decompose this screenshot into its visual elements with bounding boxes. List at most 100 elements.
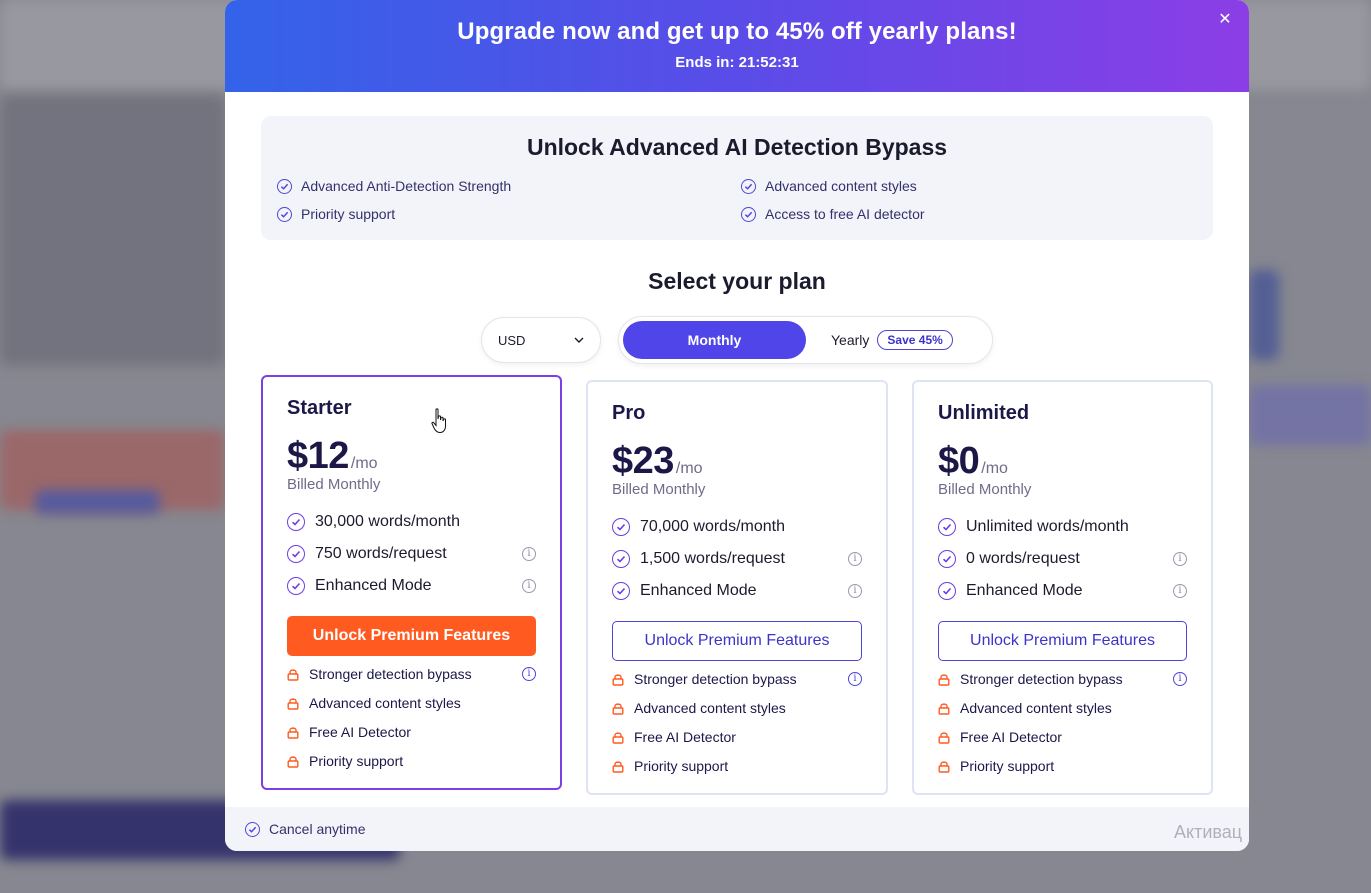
perk-item: Free AI Detector <box>287 724 536 740</box>
check-circle-icon <box>938 582 956 600</box>
billing-note: Billed Monthly <box>287 476 381 493</box>
perk-label: Stronger detection bypass <box>960 671 1123 687</box>
perk-label: Priority support <box>960 758 1055 774</box>
perk-item: Advanced content styles <box>287 695 536 711</box>
os-activation-watermark: Активац <box>1174 822 1243 842</box>
check-circle-icon <box>287 577 305 595</box>
perk-item: Stronger detection bypass i <box>938 671 1187 687</box>
save-badge: Save 45% <box>877 330 953 350</box>
perk-item: Advanced content styles <box>612 700 862 716</box>
unlock-premium-button[interactable]: Unlock Premium Features <box>938 621 1187 661</box>
feature-item: Advanced content styles <box>741 178 917 194</box>
perk-item: Priority support <box>938 758 1187 774</box>
quota-label: 70,000 words/month <box>640 518 785 535</box>
feature-label: Advanced Anti-Detection Strength <box>301 178 512 194</box>
quota-item: 30,000 words/month <box>287 513 536 531</box>
quota-label: Unlimited words/month <box>966 518 1129 535</box>
check-circle-icon <box>938 550 956 568</box>
plan-name: Unlimited <box>938 402 1030 424</box>
quota-label: 30,000 words/month <box>315 513 460 530</box>
modal-footer: Cancel anytime <box>225 807 1249 851</box>
price-amount: $23 <box>612 440 674 482</box>
lock-icon <box>612 673 624 686</box>
perk-label: Advanced content styles <box>634 700 786 716</box>
lock-icon <box>612 702 624 715</box>
quota-label: 1,500 words/request <box>640 550 785 567</box>
quota-label: 750 words/request <box>315 545 447 562</box>
check-circle-icon <box>612 582 630 600</box>
plan-card-unlimited[interactable]: Unlimited $0/mo Billed Monthly Unlimited wo… <box>912 380 1213 795</box>
lock-icon <box>938 731 950 744</box>
check-circle-icon <box>287 513 305 531</box>
cancel-anytime-text: Cancel anytime <box>269 821 366 837</box>
quota-label: Enhanced Mode <box>966 582 1083 599</box>
plan-price: $23/mo <box>612 440 703 483</box>
perk-item: Priority support <box>287 753 536 769</box>
perk-label: Free AI Detector <box>309 724 411 740</box>
select-plan-title: Select your plan <box>648 268 826 294</box>
unlock-premium-button[interactable]: Unlock Premium Features <box>612 621 862 661</box>
check-circle-icon <box>612 518 630 536</box>
perk-item: Free AI Detector <box>938 729 1187 745</box>
feature-label: Advanced content styles <box>765 178 917 194</box>
plan-card-pro[interactable]: Pro $23/mo Billed Monthly 70,000 words/mont… <box>586 380 888 795</box>
perk-item: Advanced content styles <box>938 700 1187 716</box>
info-icon[interactable]: i <box>848 584 862 598</box>
check-circle-icon <box>277 178 292 194</box>
info-icon[interactable]: i <box>522 579 536 593</box>
perk-item: Free AI Detector <box>612 729 862 745</box>
quota-item: Unlimited words/month <box>938 518 1187 536</box>
unlock-premium-button[interactable]: Unlock Premium Features <box>287 616 536 656</box>
features-summary: Unlock Advanced AI Detection Bypass Adva… <box>261 116 1213 240</box>
currency-value: USD <box>498 332 526 348</box>
quota-label: Enhanced Mode <box>315 577 432 594</box>
monthly-option[interactable]: Monthly <box>623 321 806 359</box>
perk-label: Free AI Detector <box>634 729 736 745</box>
upgrade-modal: Upgrade now and get up to 45% off yearly… <box>225 0 1249 851</box>
plan-name: Starter <box>287 397 352 419</box>
info-icon[interactable]: i <box>1173 552 1187 566</box>
info-icon[interactable]: i <box>1173 584 1187 598</box>
quota-item: 750 words/request i <box>287 545 536 563</box>
features-title: Unlock Advanced AI Detection Bypass <box>526 134 948 160</box>
plan-card-starter[interactable]: Starter $12/mo Billed Monthly 30,000 words/… <box>261 375 562 790</box>
perk-item: Priority support <box>612 758 862 774</box>
quota-item: 1,500 words/request i <box>612 550 862 568</box>
close-icon[interactable]: ✕ <box>1215 10 1235 30</box>
info-icon[interactable]: i <box>848 672 862 686</box>
perk-item: Stronger detection bypass i <box>612 671 862 687</box>
perk-label: Stronger detection bypass <box>634 671 797 687</box>
check-circle-icon <box>741 178 756 194</box>
perk-label: Priority support <box>309 753 404 769</box>
perk-label: Stronger detection bypass <box>309 666 472 682</box>
billing-period-toggle: Monthly Yearly Save 45% <box>618 316 993 364</box>
lock-icon <box>287 697 299 710</box>
perk-label: Advanced content styles <box>309 695 461 711</box>
hand-cursor-icon <box>431 408 446 434</box>
info-icon[interactable]: i <box>1173 672 1187 686</box>
yearly-label: Yearly <box>831 332 870 348</box>
info-icon[interactable]: i <box>522 547 536 561</box>
perk-label: Free AI Detector <box>960 729 1062 745</box>
currency-select[interactable]: USD <box>481 317 601 363</box>
lock-icon <box>287 755 299 768</box>
quota-item: 70,000 words/month <box>612 518 862 536</box>
lock-icon <box>612 760 624 773</box>
billing-note: Billed Monthly <box>612 481 706 498</box>
perk-label: Priority support <box>634 758 729 774</box>
lock-icon <box>612 731 624 744</box>
feature-item: Priority support <box>277 206 395 222</box>
promo-banner: Upgrade now and get up to 45% off yearly… <box>225 0 1249 92</box>
info-icon[interactable]: i <box>848 552 862 566</box>
check-circle-icon <box>277 206 292 222</box>
quota-item: 0 words/request i <box>938 550 1187 568</box>
yearly-option[interactable]: Yearly Save 45% <box>831 327 953 353</box>
info-icon[interactable]: i <box>522 667 536 681</box>
feature-item: Advanced Anti-Detection Strength <box>277 178 511 194</box>
feature-label: Priority support <box>301 206 396 222</box>
lock-icon <box>287 726 299 739</box>
price-unit: /mo <box>981 460 1008 477</box>
perk-item: Stronger detection bypass i <box>287 666 536 682</box>
plan-price: $12/mo <box>287 435 378 478</box>
quota-item: Enhanced Mode i <box>612 582 862 600</box>
